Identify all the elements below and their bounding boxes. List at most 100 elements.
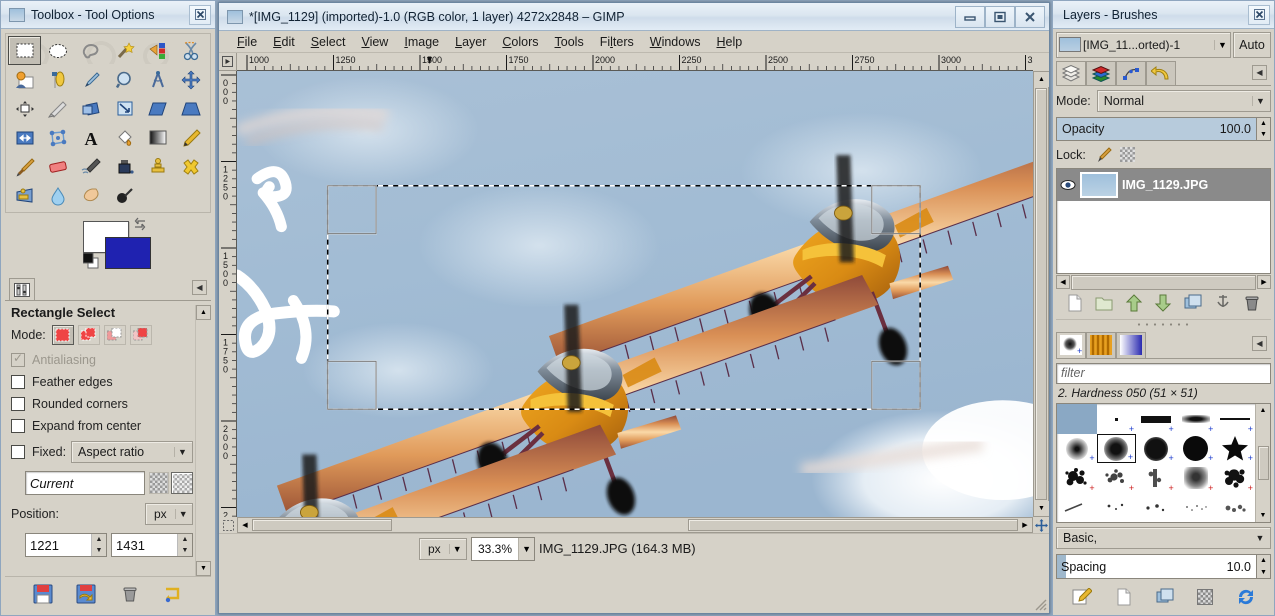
tool-free-select[interactable] [75,36,108,65]
br-cell[interactable]: + [1097,463,1137,493]
position-x-stepper[interactable]: 1221 ▲ ▼ [25,533,107,557]
tool-ellipse-select[interactable] [41,36,74,65]
brush-cell-selected[interactable]: + [1096,433,1137,464]
image-canvas[interactable] [237,71,1033,517]
dock-titlebar[interactable]: Layers - Brushes [1053,1,1274,29]
dock-menu-button[interactable]: ◀ [1252,64,1267,80]
delete-tool-options-button[interactable] [120,584,140,604]
br-cell[interactable]: + [1215,463,1255,493]
tool-rotate[interactable] [75,94,108,123]
tool-foreground-select[interactable] [8,65,41,94]
dock-menu-button[interactable]: ◀ [192,280,207,295]
dock-close-button[interactable] [1248,4,1270,25]
tool-heal[interactable] [175,152,208,181]
tool-zoom[interactable] [108,65,141,94]
hscroll-thumb-left[interactable] [252,519,392,531]
tool-flip[interactable] [8,123,41,152]
anchor-layer-button[interactable] [1214,294,1232,312]
br-cell[interactable]: + [1176,463,1216,493]
brush-cell[interactable] [1057,404,1097,434]
tool-smudge[interactable] [75,181,108,210]
menu-edit[interactable]: Edit [265,33,303,51]
layer-mode-combo[interactable]: Normal ▼ [1096,90,1271,113]
fixed-checkbox[interactable] [11,445,25,459]
position-x-spinner[interactable]: ▲ ▼ [91,534,106,556]
tool-perspective-clone[interactable] [8,181,41,210]
fixed-mode-combo[interactable]: Aspect ratio ▼ [71,441,193,463]
image-window-titlebar[interactable]: *[IMG_1129] (imported)-1.0 (RGB color, 1… [219,3,1049,31]
eye-icon[interactable] [1060,178,1076,192]
scroll-up-button[interactable]: ▲ [1256,404,1270,418]
expand-from-center-checkbox[interactable] [11,419,25,433]
tool-clone[interactable] [141,152,174,181]
rounded-corners-row[interactable]: Rounded corners [11,397,193,411]
new-layer-group-button[interactable] [1095,294,1113,312]
unit-combo[interactable]: px ▼ [419,537,467,560]
landscape-orientation-button[interactable] [171,472,193,494]
tool-fuzzy-select[interactable] [108,36,141,65]
rectangle-selection-overlay[interactable] [237,71,1033,517]
position-y-stepper[interactable]: 1431 ▲ ▼ [111,533,193,557]
scroll-down-button[interactable]: ▼ [196,561,211,576]
br-cell[interactable]: + [1136,463,1176,493]
scroll-left-button[interactable]: ◀ [238,518,252,532]
duplicate-brush-button[interactable] [1156,588,1174,606]
tool-options-tab[interactable] [9,278,35,300]
tab-paths[interactable] [1116,61,1146,86]
lock-alpha-icon[interactable] [1119,147,1135,163]
aspect-ratio-input[interactable]: Current [25,471,145,495]
brush-set-combo[interactable]: Basic, ▼ [1056,527,1271,549]
scroll-right-button[interactable]: ▶ [1018,518,1032,532]
menu-colors[interactable]: Colors [494,33,546,51]
portrait-orientation-button[interactable] [149,472,169,494]
tool-rect-select[interactable] [8,36,42,65]
brush-cell[interactable]: + [1057,434,1097,463]
br-cell[interactable] [1097,493,1137,523]
ruler-origin-button[interactable] [219,53,237,71]
tool-options-scrollbar[interactable]: ▲ ▼ [195,305,211,576]
menu-layer[interactable]: Layer [447,33,494,51]
tool-airbrush[interactable] [75,152,108,181]
reset-tool-options-button[interactable] [163,584,183,604]
brushes-grid[interactable]: + + + + + + + + + + + + + + ▲ ▼ [1056,403,1271,524]
scroll-up-button[interactable]: ▲ [196,305,211,320]
scroll-up-button[interactable]: ▲ [1034,72,1049,87]
delete-brush-button[interactable] [1196,589,1213,606]
background-color-swatch[interactable] [105,237,151,269]
raise-layer-button[interactable] [1125,294,1143,312]
menu-help[interactable]: Help [708,33,750,51]
tool-paths[interactable] [41,65,74,94]
brush-cell[interactable]: + [1215,434,1255,463]
tool-ink[interactable] [108,152,141,181]
br-cell[interactable]: + [1057,463,1097,493]
scroll-down-button[interactable]: ▼ [1034,501,1049,516]
br-cell[interactable] [1057,493,1097,523]
vscroll-thumb[interactable] [1035,88,1047,500]
hscroll-thumb[interactable] [688,519,1018,531]
tool-measure[interactable] [141,65,174,94]
navigation-preview-button[interactable] [1033,517,1049,533]
tool-gradient[interactable] [141,123,174,152]
menu-select[interactable]: Select [303,33,354,51]
tab-channels[interactable] [1086,61,1116,86]
edit-brush-button[interactable] [1072,588,1092,606]
tool-bucket-fill[interactable] [108,123,141,152]
toolbox-titlebar[interactable]: Toolbox - Tool Options [1,1,215,29]
scroll-left-button[interactable]: ◀ [1056,274,1070,289]
menu-view[interactable]: View [353,33,396,51]
canvas-vertical-scrollbar[interactable]: ▲ ▼ [1033,71,1049,517]
toolbox-close-button[interactable] [189,4,211,25]
tool-text[interactable]: A [75,123,108,152]
image-selector-combo[interactable]: [IMG_11...orted)-1 ▼ [1056,32,1231,58]
tool-move[interactable] [175,65,208,94]
dock-menu-button[interactable]: ◀ [1252,336,1267,352]
lock-pixels-icon[interactable] [1094,147,1112,163]
tool-alignment[interactable] [8,94,41,123]
brush-cell[interactable]: + [1176,404,1216,434]
opacity-spinner[interactable]: ▲ ▼ [1257,117,1271,141]
resize-grip[interactable] [1033,597,1047,611]
mode-subtract-button[interactable] [103,325,126,345]
tool-blur-sharpen[interactable] [41,181,74,210]
duplicate-layer-button[interactable] [1184,294,1202,312]
opacity-slider[interactable]: Opacity 100.0 [1056,117,1257,141]
